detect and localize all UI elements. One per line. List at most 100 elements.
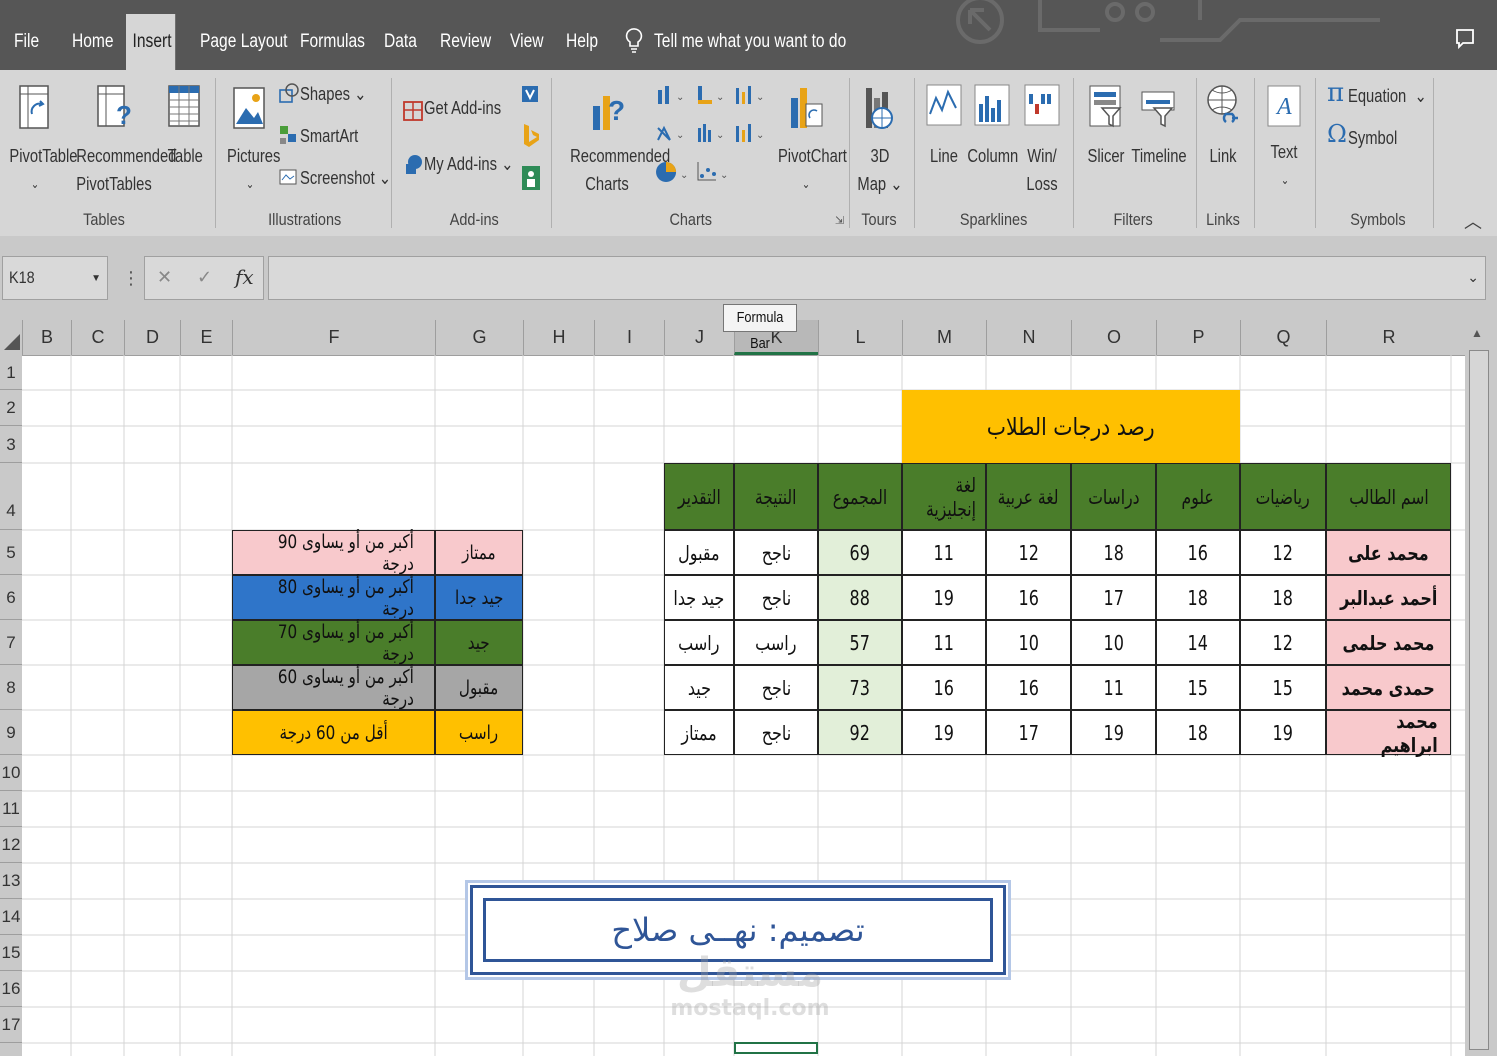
student-name-cell[interactable]: محمد على <box>1326 530 1451 575</box>
table-cell[interactable]: 92 <box>818 710 902 755</box>
smartart-button[interactable]: SmartArt <box>300 122 358 150</box>
table-cell[interactable]: 19 <box>1240 710 1326 755</box>
tab-help[interactable]: Help <box>566 14 598 70</box>
row-header-17[interactable]: 17 <box>0 1007 22 1043</box>
link-button[interactable]: Link <box>1204 142 1242 170</box>
row-header-3[interactable]: 3 <box>0 426 22 463</box>
table-cell[interactable]: 16 <box>902 665 986 710</box>
row-header-6[interactable]: 6 <box>0 575 22 620</box>
table-cell[interactable]: 14 <box>1156 620 1240 665</box>
pictures-button[interactable]: Pictures <box>227 142 280 170</box>
table-cell[interactable]: ناجح <box>734 575 818 620</box>
visio-icon[interactable] <box>520 82 542 104</box>
winloss-sparkline-button[interactable]: Win/Loss <box>1024 142 1060 198</box>
scroll-up-icon[interactable]: ▲ <box>1471 326 1483 340</box>
student-name-cell[interactable]: محمد ابراهيم <box>1326 709 1451 757</box>
column-header-r[interactable]: R <box>1326 320 1451 355</box>
name-box-dropdown-icon[interactable]: ▼ <box>91 273 101 284</box>
table-header[interactable]: التقدير <box>664 463 734 530</box>
column-header-b[interactable]: B <box>22 320 71 355</box>
tab-data[interactable]: Data <box>384 14 417 70</box>
table-header[interactable]: دراسات <box>1071 463 1156 530</box>
table-cell[interactable]: 19 <box>902 710 986 755</box>
column-header-o[interactable]: O <box>1071 320 1156 355</box>
table-header[interactable]: المجموع <box>818 463 902 530</box>
table-button[interactable]: Table <box>168 142 203 170</box>
column-header-q[interactable]: Q <box>1240 320 1326 355</box>
table-cell[interactable]: 16 <box>1156 530 1240 575</box>
legend-grade-cell[interactable]: راسب <box>435 710 523 755</box>
table-header[interactable]: رياضيات <box>1240 463 1326 530</box>
column-header-c[interactable]: C <box>71 320 124 355</box>
table-cell[interactable]: 12 <box>1240 620 1326 665</box>
table-cell[interactable]: 57 <box>818 620 902 665</box>
legend-grade-cell[interactable]: جيد <box>435 620 523 665</box>
tab-page-layout[interactable]: Page Layout <box>200 14 287 70</box>
row-header-1[interactable]: 1 <box>0 355 22 390</box>
student-name-cell[interactable]: أحمد عبدالبر <box>1326 575 1451 620</box>
table-cell[interactable]: 69 <box>818 530 902 575</box>
column-header-l[interactable]: L <box>818 320 902 355</box>
table-cell[interactable]: 15 <box>1156 665 1240 710</box>
get-addins-button[interactable]: Get Add-ins <box>424 94 501 122</box>
table-title[interactable]: رصد درجات الطلاب <box>902 390 1240 463</box>
table-cell[interactable]: ناجح <box>734 665 818 710</box>
table-cell[interactable]: مقبول <box>664 530 734 575</box>
column-header-n[interactable]: N <box>986 320 1071 355</box>
text-button[interactable]: Text <box>1266 138 1302 166</box>
symbol-button[interactable]: Symbol <box>1348 124 1397 152</box>
row-header-8[interactable]: 8 <box>0 665 22 710</box>
table-cell[interactable]: 16 <box>986 665 1071 710</box>
table-cell[interactable]: 73 <box>818 665 902 710</box>
worksheet-grid[interactable]: رصد درجات الطلاب اسم الطالب رياضيات علوم درا… <box>22 355 1465 1056</box>
tab-view[interactable]: View <box>510 14 543 70</box>
column-header-i[interactable]: I <box>594 320 664 355</box>
row-header-2[interactable]: 2 <box>0 390 22 426</box>
legend-rule-cell[interactable]: أكبر من أو يساوى 80 درجة <box>232 575 435 620</box>
table-cell[interactable]: 15 <box>1240 665 1326 710</box>
shapes-button[interactable]: Shapes ⌄ <box>300 80 367 108</box>
table-cell[interactable]: ممتاز <box>664 710 734 755</box>
table-cell[interactable]: 11 <box>902 620 986 665</box>
table-cell[interactable]: 17 <box>1071 575 1156 620</box>
table-cell[interactable]: جيد <box>664 665 734 710</box>
column-header-h[interactable]: H <box>523 320 594 355</box>
name-box[interactable]: K18 ▼ <box>2 256 108 300</box>
legend-rule-cell[interactable]: أقل من 60 درجة <box>232 710 435 755</box>
pivotchart-button[interactable]: PivotChart <box>778 142 847 170</box>
line-sparkline-button[interactable]: Line <box>928 142 961 170</box>
table-cell[interactable]: 16 <box>986 575 1071 620</box>
table-cell[interactable]: ناجح <box>734 530 818 575</box>
collapse-ribbon-icon[interactable]: ︿ <box>1464 208 1482 234</box>
table-cell[interactable]: 10 <box>1071 620 1156 665</box>
table-cell[interactable]: 18 <box>1156 575 1240 620</box>
legend-grade-cell[interactable]: مقبول <box>435 665 523 710</box>
scrollbar-thumb[interactable] <box>1469 350 1489 1050</box>
column-header-f[interactable]: F <box>232 320 435 355</box>
column-header-d[interactable]: D <box>124 320 180 355</box>
table-cell[interactable]: 11 <box>1071 665 1156 710</box>
comments-icon[interactable] <box>1455 28 1475 50</box>
row-header-11[interactable]: 11 <box>0 791 22 827</box>
column-sparkline-button[interactable]: Column <box>967 142 1018 170</box>
table-cell[interactable]: 19 <box>902 575 986 620</box>
table-cell[interactable]: 18 <box>1071 530 1156 575</box>
row-header-10[interactable]: 10 <box>0 755 22 791</box>
my-addins-button[interactable]: My Add-ins ⌄ <box>424 150 513 178</box>
row-header-15[interactable]: 15 <box>0 935 22 971</box>
table-cell[interactable]: 88 <box>818 575 902 620</box>
slicer-button[interactable]: Slicer <box>1086 142 1125 170</box>
row-header-12[interactable]: 12 <box>0 827 22 863</box>
table-cell[interactable]: 10 <box>986 620 1071 665</box>
formula-input[interactable]: ⌄ <box>268 256 1486 300</box>
select-all-icon[interactable] <box>2 328 22 352</box>
insert-function-icon[interactable]: fx <box>235 265 254 289</box>
table-header[interactable]: علوم <box>1156 463 1240 530</box>
student-name-cell[interactable]: حمدى محمد <box>1326 665 1451 710</box>
recommended-charts-button[interactable]: Recommended Charts <box>570 142 670 198</box>
table-cell[interactable]: راسب <box>664 620 734 665</box>
table-cell[interactable]: 19 <box>1071 710 1156 755</box>
pivottable-button[interactable]: PivotTable <box>9 142 77 170</box>
table-cell[interactable]: 17 <box>986 710 1071 755</box>
tab-home[interactable]: Home <box>72 14 114 70</box>
